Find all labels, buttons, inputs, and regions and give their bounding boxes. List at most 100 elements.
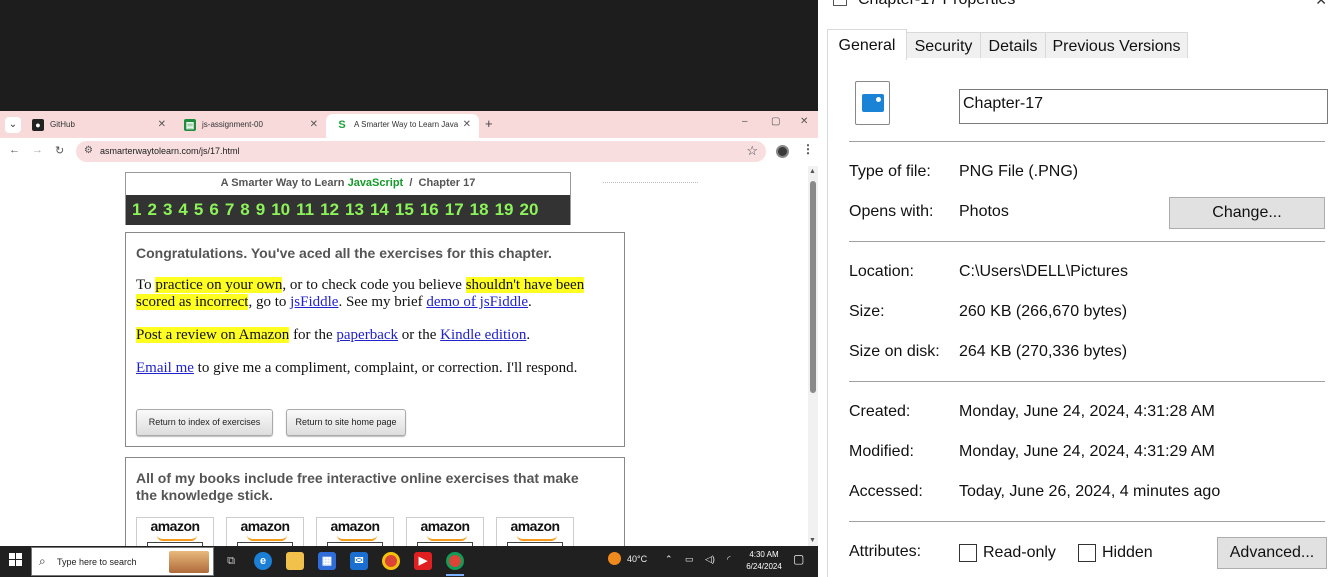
scrollbar-thumb[interactable] bbox=[810, 181, 816, 393]
taskbar-search-box[interactable]: ⌕ Type here to search bbox=[31, 547, 214, 576]
notification-icon[interactable]: ▢ bbox=[793, 552, 804, 566]
demo-jsfiddle-link[interactable]: demo of jsFiddle bbox=[426, 294, 528, 310]
readonly-label[interactable]: Read-only bbox=[983, 544, 1056, 562]
books-panel: All of my books include free interactive… bbox=[125, 457, 625, 546]
close-tab-icon[interactable]: ✕ bbox=[310, 114, 318, 136]
modified-label: Modified: bbox=[849, 443, 914, 460]
tab-previous-versions[interactable]: Previous Versions bbox=[1045, 32, 1188, 59]
chapter-link[interactable]: 15 bbox=[395, 195, 414, 225]
chapter-link[interactable]: 18 bbox=[470, 195, 489, 225]
close-tab-icon[interactable]: ✕ bbox=[158, 114, 166, 136]
new-tab-button[interactable]: + bbox=[485, 116, 493, 131]
chapter-link[interactable]: 17 bbox=[445, 195, 464, 225]
close-tab-icon[interactable]: ✕ bbox=[463, 114, 471, 136]
chapter-link[interactable]: 12 bbox=[320, 195, 339, 225]
tab-title: GitHub bbox=[50, 120, 75, 129]
youtube-icon[interactable]: ▶ bbox=[414, 552, 432, 570]
chapter-link[interactable]: 3 bbox=[163, 195, 172, 225]
paperback-link[interactable]: paperback bbox=[336, 327, 398, 343]
page-scrollbar[interactable]: ▲ ▼ bbox=[808, 166, 818, 546]
bookmark-star-icon[interactable]: ☆ bbox=[746, 143, 758, 159]
chapter-link[interactable]: 19 bbox=[495, 195, 514, 225]
wifi-icon[interactable]: ◜ bbox=[727, 554, 731, 565]
mail-icon[interactable]: ✉ bbox=[350, 552, 368, 570]
volume-icon[interactable]: ◁) bbox=[705, 554, 715, 565]
close-window-button[interactable]: ✕ bbox=[800, 116, 808, 127]
reload-icon[interactable]: ↻ bbox=[55, 144, 64, 157]
chapter-link[interactable]: 11 bbox=[296, 195, 314, 225]
tab-security[interactable]: Security bbox=[906, 32, 981, 59]
chapter-link[interactable]: 2 bbox=[147, 195, 156, 225]
battery-icon[interactable]: ▭ bbox=[685, 554, 694, 565]
books-heading: All of my books include free interactive… bbox=[136, 470, 579, 503]
maximize-button[interactable]: ▢ bbox=[771, 116, 780, 127]
site-s-icon: S bbox=[336, 119, 348, 131]
chapter-link[interactable]: 13 bbox=[345, 195, 364, 225]
amazon-book-link[interactable]: amazon bbox=[226, 517, 304, 546]
windows-start-icon[interactable] bbox=[9, 553, 23, 567]
chapter-link[interactable]: 16 bbox=[420, 195, 439, 225]
return-index-button[interactable]: Return to index of exercises bbox=[136, 409, 273, 436]
chapter-link[interactable]: 5 bbox=[194, 195, 203, 225]
readonly-checkbox[interactable] bbox=[959, 544, 977, 562]
chapter-link[interactable]: 1 bbox=[132, 195, 141, 225]
url-text[interactable]: asmarterwaytolearn.com/js/17.html bbox=[100, 146, 240, 156]
return-home-button[interactable]: Return to site home page bbox=[286, 409, 406, 436]
active-app-indicator bbox=[446, 574, 464, 576]
amazon-book-link[interactable]: amazon bbox=[316, 517, 394, 546]
tab-search-dropdown[interactable]: ⌄ bbox=[5, 117, 21, 133]
chapter-link[interactable]: 4 bbox=[178, 195, 187, 225]
chapter-link[interactable]: 6 bbox=[209, 195, 218, 225]
amazon-book-link[interactable]: amazon bbox=[496, 517, 574, 546]
review-paragraph: Post a review on Amazon for the paperbac… bbox=[136, 327, 531, 343]
minimize-button[interactable]: – bbox=[742, 116, 748, 127]
tab-details[interactable]: Details bbox=[980, 32, 1046, 59]
chrome-active-icon[interactable] bbox=[446, 552, 464, 570]
jsfiddle-link[interactable]: jsFiddle bbox=[290, 294, 338, 310]
change-button[interactable]: Change... bbox=[1169, 197, 1325, 229]
weather-icon[interactable] bbox=[608, 552, 621, 565]
back-arrow-icon[interactable]: ← bbox=[9, 144, 20, 156]
site-info-icon[interactable]: ⚙ bbox=[84, 145, 93, 156]
scroll-down-icon[interactable]: ▼ bbox=[809, 537, 816, 544]
weather-text[interactable]: 40°C bbox=[627, 554, 647, 564]
scroll-up-icon[interactable]: ▲ bbox=[809, 168, 816, 175]
size-label: Size: bbox=[849, 303, 885, 320]
amazon-book-link[interactable]: amazon bbox=[406, 517, 484, 546]
taskbar-clock[interactable]: 4:30 AM 6/24/2024 bbox=[745, 549, 783, 573]
amazon-book-link[interactable]: amazon bbox=[136, 517, 214, 546]
chapter-link[interactable]: 10 bbox=[271, 195, 290, 225]
task-view-icon[interactable]: ⧉ bbox=[222, 552, 240, 570]
edge-icon[interactable]: e bbox=[254, 552, 272, 570]
chrome-icon[interactable] bbox=[382, 552, 400, 570]
menu-kebab-icon[interactable]: ⋮ bbox=[802, 142, 814, 156]
tab-general[interactable]: General bbox=[827, 29, 907, 60]
tab-github[interactable]: ● GitHub ✕ bbox=[22, 114, 174, 138]
chapter-link[interactable]: 14 bbox=[370, 195, 389, 225]
divider bbox=[849, 141, 1325, 142]
hidden-label[interactable]: Hidden bbox=[1102, 544, 1153, 562]
chapter-link[interactable]: 7 bbox=[225, 195, 234, 225]
advanced-button[interactable]: Advanced... bbox=[1217, 537, 1327, 569]
profile-avatar[interactable] bbox=[776, 145, 789, 158]
store-icon[interactable]: ▦ bbox=[318, 552, 336, 570]
forward-arrow-icon[interactable]: → bbox=[32, 144, 43, 156]
email-me-link[interactable]: Email me bbox=[136, 360, 194, 376]
search-icon: ⌕ bbox=[39, 554, 46, 568]
chapter-link[interactable]: 9 bbox=[256, 195, 265, 225]
practice-paragraph: To practice on your own, or to check cod… bbox=[136, 277, 585, 310]
tray-chevron-icon[interactable]: ⌃ bbox=[665, 554, 673, 565]
kindle-edition-link[interactable]: Kindle edition bbox=[440, 327, 526, 343]
windows-taskbar: ⌕ Type here to search ⧉ e ▦ ✉ ▶ 40°C ⌃ ▭… bbox=[0, 546, 818, 577]
file-explorer-icon[interactable] bbox=[286, 552, 304, 570]
clock-date: 6/24/2024 bbox=[746, 562, 782, 571]
tab-js-assignment[interactable]: ▤ js-assignment-00 ✕ bbox=[174, 114, 326, 138]
address-bar[interactable]: ⚙ asmarterwaytolearn.com/js/17.html ☆ bbox=[76, 141, 766, 162]
chapter-link[interactable]: 20 bbox=[520, 195, 539, 225]
tab-smarter-way[interactable]: S A Smarter Way to Learn JavaScri ✕ bbox=[326, 114, 479, 138]
close-icon[interactable]: ✕ bbox=[1315, 0, 1327, 9]
chapter-link[interactable]: 8 bbox=[240, 195, 249, 225]
page-viewport: A Smarter Way to Learn JavaScript / Chap… bbox=[0, 166, 818, 546]
file-name-field[interactable]: Chapter-17 bbox=[959, 89, 1328, 124]
hidden-checkbox[interactable] bbox=[1078, 544, 1096, 562]
